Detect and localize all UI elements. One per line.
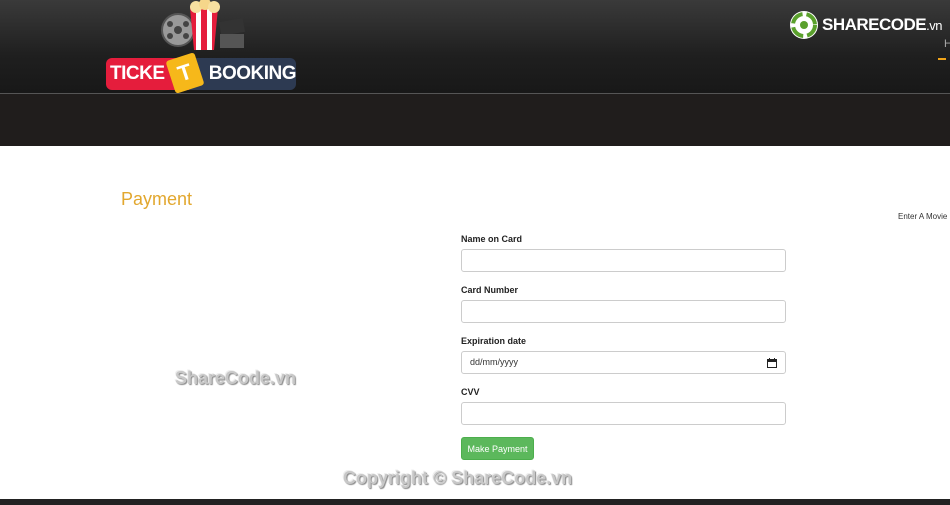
search-bar-strip — [0, 94, 950, 226]
film-reel-popcorn-icon — [161, 0, 246, 50]
brand-name: SHARECODE.vn — [822, 15, 942, 34]
expiration-date-placeholder: dd/mm/yyyy — [470, 357, 519, 367]
footer-bar — [0, 499, 950, 505]
cvv-label: CVV — [461, 387, 480, 397]
name-on-card-input[interactable] — [461, 249, 786, 272]
card-number-input[interactable] — [461, 300, 786, 323]
cvv-input[interactable] — [461, 402, 786, 425]
expiration-date-label: Expiration date — [461, 336, 527, 346]
watermark-center: ShareCode.vn — [175, 368, 297, 388]
expiration-date-input[interactable]: dd/mm/yyyy — [461, 351, 786, 374]
ticket-booking-logo[interactable]: TICKE BOOKING T — [106, 0, 298, 94]
nav-item-partial[interactable]: H — [944, 38, 950, 50]
watermark-bottom: Copyright © ShareCode.vn — [343, 468, 573, 488]
site-header: TICKE BOOKING T SHARECODE.vn H — [0, 0, 950, 94]
name-on-card-label: Name on Card — [461, 234, 523, 244]
recycle-icon — [790, 11, 818, 39]
nav-active-indicator — [938, 58, 946, 60]
payment-form: Name on Card Card Number Expiration date… — [461, 233, 786, 460]
logo-right-text: BOOKING — [188, 58, 296, 90]
page-title: Payment — [121, 189, 193, 209]
make-payment-button[interactable]: Make Payment — [461, 437, 534, 460]
sharecode-brand[interactable]: SHARECODE.vn — [789, 9, 942, 41]
movie-search-input[interactable] — [888, 206, 950, 226]
card-number-label: Card Number — [461, 285, 519, 295]
calendar-icon[interactable] — [767, 358, 777, 368]
